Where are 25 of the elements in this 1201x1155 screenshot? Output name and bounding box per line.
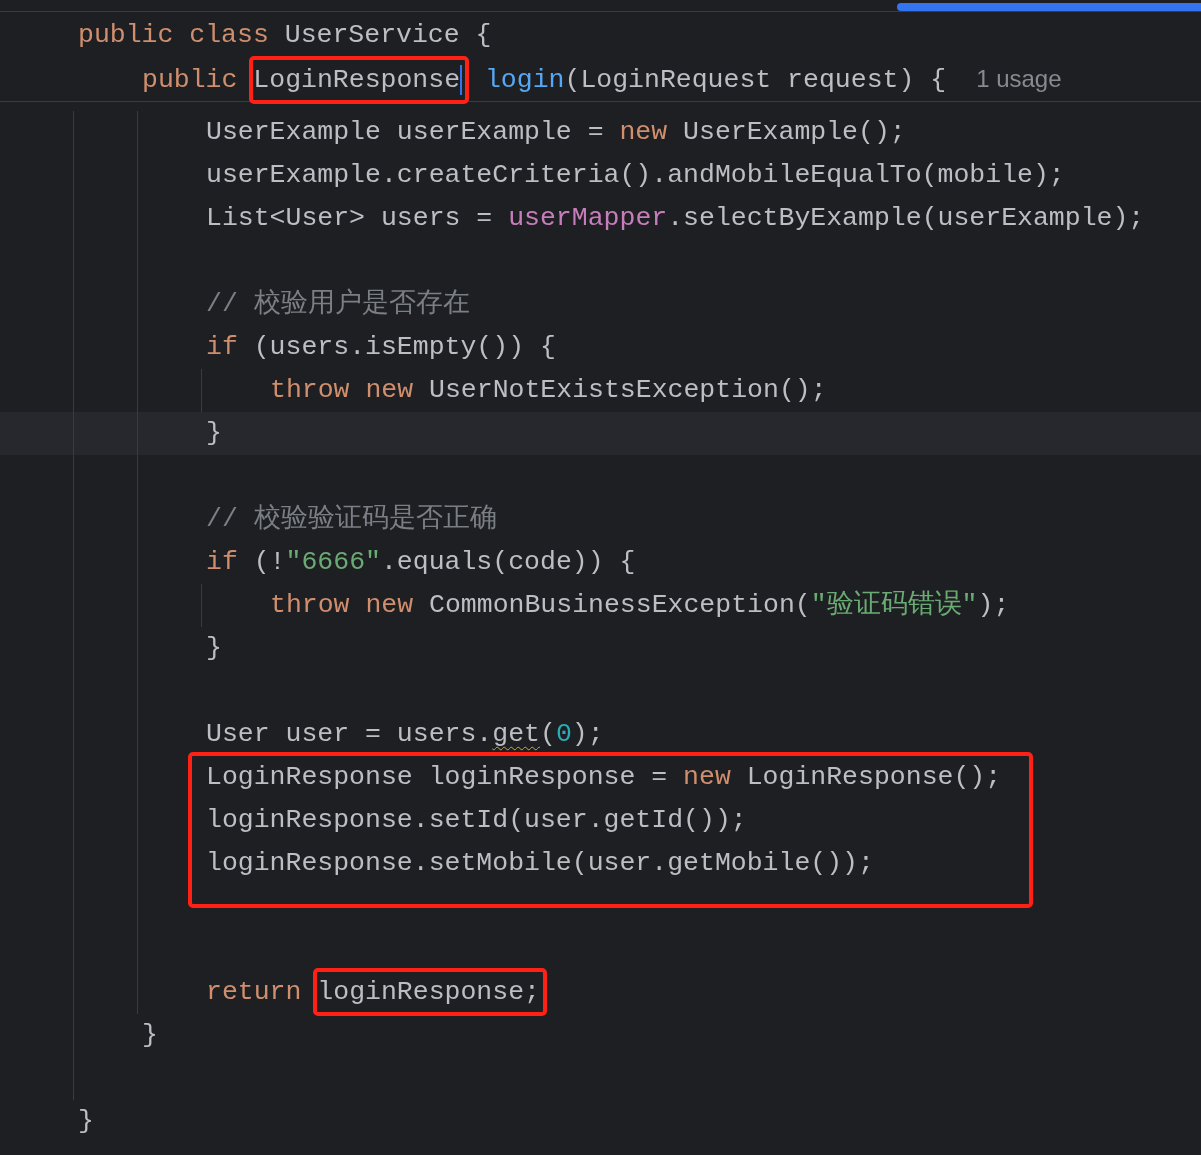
code-line: UserExample userExample = new UserExample(); [206, 117, 906, 147]
code-line: public class UserService { [78, 20, 492, 50]
code-line: } [142, 1020, 158, 1050]
code-line: if (users.isEmpty()) { [206, 332, 556, 362]
code-text: LoginResponse [253, 65, 461, 95]
code-line: loginResponse.setId(user.getId()); [206, 805, 747, 835]
scrollbar-thumb[interactable] [897, 3, 1201, 11]
code-text: login(LoginRequest request) { [483, 65, 947, 95]
code-line: } [206, 633, 222, 663]
code-line: User user = users.get(0); [206, 719, 604, 749]
code-text: public [142, 65, 239, 95]
code-text: loginResponse; [317, 977, 540, 1007]
usage-hint[interactable]: 1 usage [976, 65, 1062, 92]
code-line: List<User> users = userMapper.selectByExample(userExample); [206, 203, 1145, 233]
code-line: throw new UserNotExistsException(); [270, 375, 827, 405]
code-comment: // 校验用户是否存在 [206, 289, 470, 319]
code-line: } [206, 418, 222, 448]
code-line: if (!"6666".equals(code)) { [206, 547, 636, 577]
code-comment: // 校验验证码是否正确 [206, 504, 497, 534]
code-text: return [206, 977, 303, 1007]
code-line: loginResponse.setMobile(user.getMobile()); [206, 848, 874, 878]
code-line: } [78, 1106, 94, 1136]
code-line: LoginResponse loginResponse = new LoginResponse(); [206, 762, 1002, 792]
code-line: userExample.createCriteria().andMobileEqualTo(mobile); [206, 160, 1065, 190]
code-line: throw new CommonBusinessException("验证码错误"); [270, 590, 1010, 620]
